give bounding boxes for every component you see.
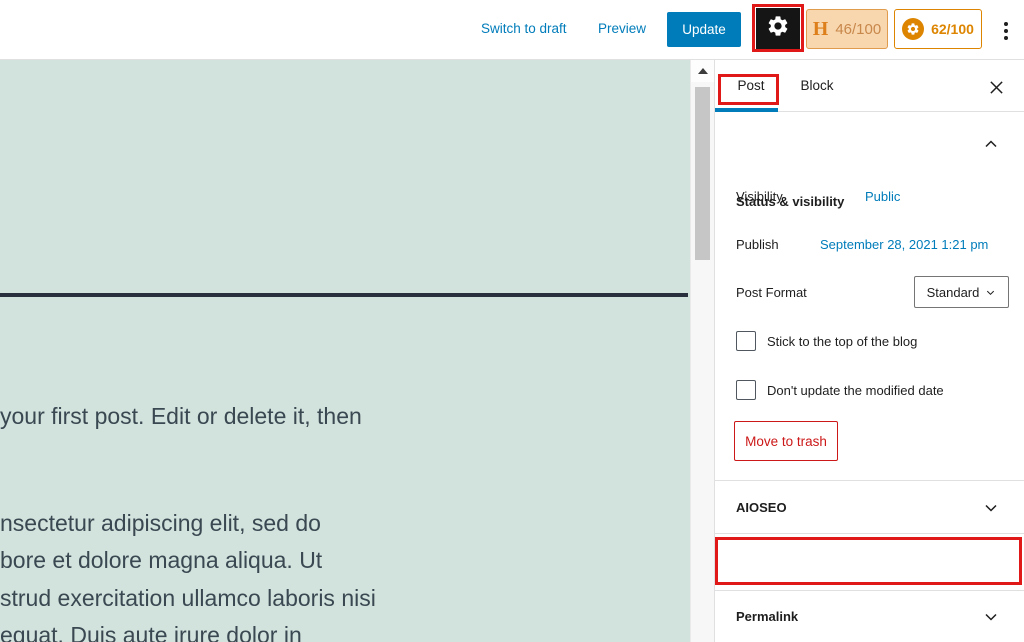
aioseo-panel-title[interactable]: AIOSEO: [736, 500, 787, 515]
aioseo-gear-icon: [902, 18, 924, 40]
settings-button[interactable]: [756, 8, 800, 49]
panel-divider: [715, 590, 1024, 591]
headline-h-icon: H: [813, 18, 829, 41]
aioseo-score: 62/100: [931, 21, 974, 37]
publish-date-link[interactable]: September 28, 2021 1:21 pm: [820, 237, 988, 252]
chevron-down-icon[interactable]: [981, 607, 1001, 627]
preview-link[interactable]: Preview: [598, 21, 646, 36]
panel-divider: [715, 480, 1024, 481]
editor-topbar: Switch to draft Preview Update H 46/100 …: [0, 0, 1024, 60]
revisions-row[interactable]: 2 Revisions: [715, 534, 1024, 590]
post-intro-text: your first post. Edit or delete it, then: [0, 398, 362, 435]
aioseo-score-badge[interactable]: 62/100: [894, 9, 982, 49]
chevron-up-icon[interactable]: [981, 134, 1001, 154]
scrollbar-up-button[interactable]: [691, 60, 715, 82]
canvas-scrollbar[interactable]: [690, 60, 714, 642]
close-sidebar-button[interactable]: [983, 74, 1009, 100]
scroll-up-icon: [698, 68, 708, 74]
chevron-down-icon: [985, 287, 996, 298]
move-to-trash-button[interactable]: Move to trash: [734, 421, 838, 461]
modified-date-checkbox[interactable]: [736, 380, 756, 400]
paragraph-line: bore et dolore magna aliqua. Ut: [0, 542, 376, 579]
scrollbar-thumb[interactable]: [695, 87, 710, 260]
post-format-select[interactable]: Standard: [914, 276, 1009, 308]
headline-analyzer-badge[interactable]: H 46/100: [806, 9, 888, 49]
headline-score: 46/100: [835, 21, 881, 38]
permalink-panel-title[interactable]: Permalink: [736, 609, 798, 624]
gear-icon: [766, 14, 790, 43]
editor-canvas[interactable]: your first post. Edit or delete it, then…: [0, 60, 690, 642]
settings-sidebar: Post Block Status & visibility Visibilit…: [714, 60, 1024, 642]
tab-block[interactable]: Block: [787, 60, 847, 112]
more-options-button[interactable]: [1000, 17, 1012, 45]
sidebar-tabs: Post Block: [715, 60, 1024, 112]
update-button[interactable]: Update: [667, 12, 741, 47]
tab-post[interactable]: Post: [723, 60, 779, 112]
paragraph-line: nsectetur adipiscing elit, sed do: [0, 505, 376, 542]
sticky-checkbox[interactable]: [736, 331, 756, 351]
publish-label: Publish: [736, 237, 779, 252]
modified-date-checkbox-label[interactable]: Don't update the modified date: [767, 383, 944, 398]
paragraph-line: equat. Duis aute irure dolor in: [0, 617, 376, 642]
active-tab-indicator: [715, 108, 778, 112]
sticky-checkbox-label[interactable]: Stick to the top of the blog: [767, 334, 917, 349]
chevron-down-icon[interactable]: [981, 498, 1001, 518]
post-format-value: Standard: [927, 285, 980, 300]
close-icon: [989, 80, 1004, 95]
paragraph-line: strud exercitation ullamco laboris nisi: [0, 580, 376, 617]
post-paragraph: nsectetur adipiscing elit, sed do bore e…: [0, 505, 376, 642]
wordpress-block-editor: Switch to draft Preview Update H 46/100 …: [0, 0, 1024, 642]
switch-to-draft-link[interactable]: Switch to draft: [481, 21, 567, 36]
visibility-value-link[interactable]: Public: [865, 189, 900, 204]
visibility-label: Visibility: [736, 189, 783, 204]
header-divider-line: [0, 293, 688, 297]
post-format-label: Post Format: [736, 285, 807, 300]
